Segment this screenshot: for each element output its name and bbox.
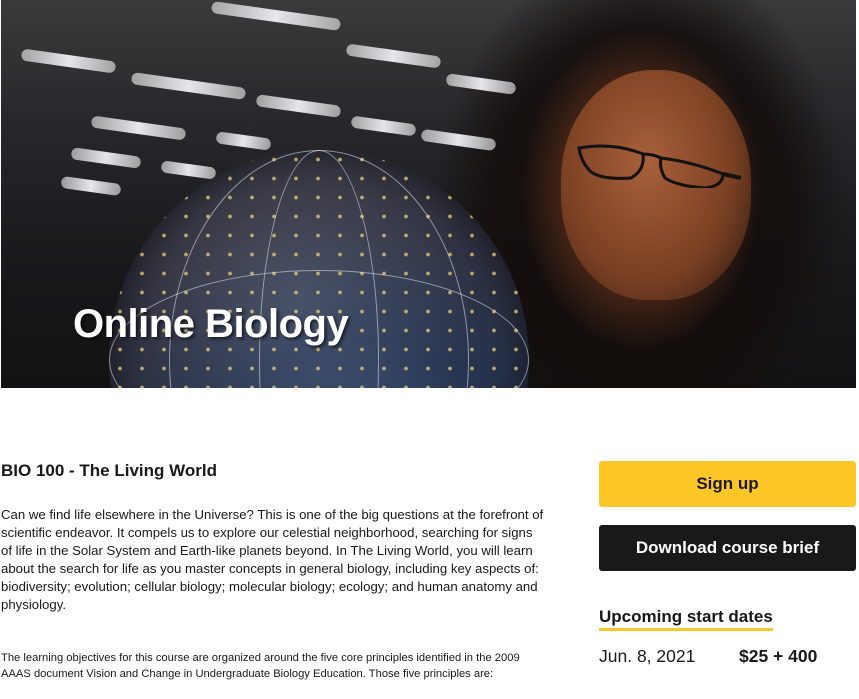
ceiling-light bbox=[210, 1, 342, 31]
ceiling-light bbox=[255, 94, 342, 118]
upcoming-start-dates-heading: Upcoming start dates bbox=[599, 607, 773, 631]
ceiling-light bbox=[70, 147, 142, 169]
ceiling-light bbox=[130, 72, 247, 100]
download-course-brief-button[interactable]: Download course brief bbox=[599, 525, 856, 571]
course-price: $25 + 400 bbox=[739, 646, 818, 666]
ceiling-light bbox=[60, 175, 122, 197]
ceiling-light bbox=[215, 131, 272, 151]
hero-banner: Online Biology bbox=[1, 0, 856, 388]
course-title: BIO 100 - The Living World bbox=[1, 461, 217, 480]
ceiling-light bbox=[350, 115, 417, 137]
sign-up-button[interactable]: Sign up bbox=[599, 461, 856, 507]
course-description: Can we find life elsewhere in the Univer… bbox=[1, 507, 544, 612]
start-date: Jun. 8, 2021 bbox=[599, 646, 696, 666]
ceiling-light bbox=[20, 48, 117, 74]
celestial-globe bbox=[109, 150, 529, 388]
ceiling-light bbox=[445, 73, 517, 95]
learning-objectives-text: The learning objectives for this course … bbox=[1, 652, 520, 680]
hero-title: Online Biology bbox=[73, 302, 349, 346]
glasses-icon bbox=[577, 144, 742, 188]
ceiling-light bbox=[160, 160, 217, 180]
ceiling-light bbox=[90, 115, 187, 141]
ceiling-light bbox=[420, 128, 497, 152]
ceiling-light bbox=[345, 43, 442, 69]
